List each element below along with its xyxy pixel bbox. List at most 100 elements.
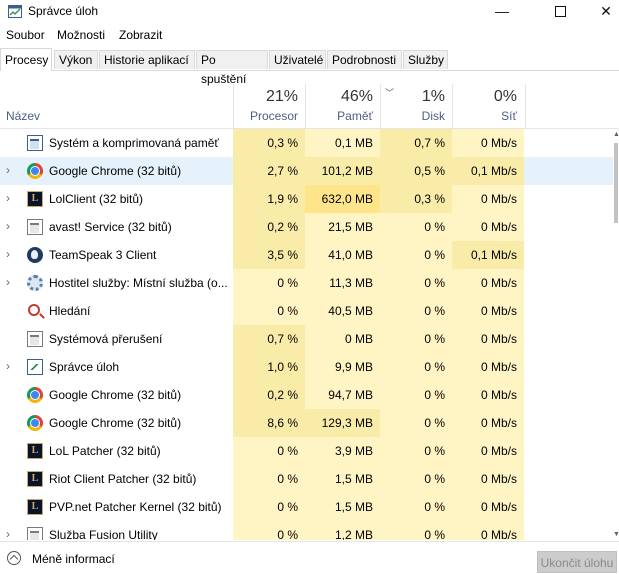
disk-cell: 0 % — [380, 521, 452, 540]
column-network-header[interactable]: 0% Síť — [452, 84, 526, 128]
cpu-cell: 0,3 % — [233, 129, 305, 157]
window-gray-icon — [27, 527, 43, 540]
memory-cell: 9,9 MB — [305, 353, 380, 381]
chevron-right-icon[interactable]: › — [6, 248, 16, 260]
menu-view[interactable]: Zobrazit — [119, 28, 162, 42]
network-cell: 0 Mb/s — [452, 325, 524, 353]
network-cell: 0,1 Mb/s — [452, 157, 524, 185]
cpu-cell: 1,9 % — [233, 185, 305, 213]
process-list: Systém a komprimovaná paměť 0,3 % 0,1 MB 0,… — [0, 129, 613, 540]
process-name: Riot Client Patcher (32 bitů) — [49, 472, 197, 486]
process-name: LoL Patcher (32 bitů) — [49, 444, 161, 458]
menu-options[interactable]: Možnosti — [57, 28, 105, 42]
memory-cell: 11,3 MB — [305, 269, 380, 297]
chevron-right-icon[interactable]: › — [6, 192, 16, 204]
scroll-down-icon[interactable]: ▼ — [613, 531, 619, 538]
process-row[interactable]: › L LolClient (32 bitů) 1,9 % 632,0 MB 0,3 % 0… — [0, 185, 613, 213]
cpu-cell: 0,2 % — [233, 213, 305, 241]
disk-cell: 0 % — [380, 269, 452, 297]
lol-icon: L — [27, 443, 43, 459]
chrome-icon — [27, 163, 43, 179]
memory-cell: 21,5 MB — [305, 213, 380, 241]
column-memory-header[interactable]: 46% Paměť — [305, 84, 381, 128]
chevron-right-icon[interactable]: › — [6, 528, 16, 540]
window-gray-icon — [27, 219, 43, 235]
fewer-details-link[interactable]: Méně informací — [32, 552, 115, 566]
memory-cell: 1,2 MB — [305, 521, 380, 540]
tab-users[interactable]: Uživatelé — [269, 50, 326, 69]
chevron-up-circle-icon[interactable] — [7, 551, 21, 565]
process-name: PVP.net Patcher Kernel (32 bitů) — [49, 500, 222, 514]
network-cell: 0 Mb/s — [452, 521, 524, 540]
disk-total: 1% — [421, 88, 445, 105]
disk-cell: 0 % — [380, 325, 452, 353]
network-cell: 0 Mb/s — [452, 437, 524, 465]
maximize-button[interactable] — [537, 0, 583, 24]
close-button[interactable]: ✕ — [583, 0, 619, 24]
menu-file[interactable]: Soubor — [6, 28, 45, 42]
window-title: Správce úloh — [28, 4, 99, 18]
disk-cell: 0 % — [380, 465, 452, 493]
column-name-header[interactable]: Název — [6, 109, 40, 123]
tab-app-history[interactable]: Historie aplikací — [99, 50, 195, 69]
vertical-scrollbar[interactable]: ▲ ▼ — [613, 129, 619, 540]
process-row[interactable]: Hledání 0 % 40,5 MB 0 % 0 Mb/s — [0, 297, 613, 325]
disk-cell: 0 % — [380, 213, 452, 241]
tab-performance[interactable]: Výkon — [54, 50, 98, 69]
memory-cell: 94,7 MB — [305, 381, 380, 409]
process-name: Správce úloh — [49, 360, 120, 374]
scroll-up-icon[interactable]: ▲ — [613, 131, 619, 138]
process-name: Google Chrome (32 bitů) — [49, 388, 182, 402]
tab-details[interactable]: Podrobnosti — [327, 50, 402, 69]
network-cell: 0 Mb/s — [452, 213, 524, 241]
process-row[interactable]: › Správce úloh 1,0 % 9,9 MB 0 % 0 Mb/s — [0, 353, 613, 381]
cpu-cell: 0 % — [233, 269, 305, 297]
tab-services[interactable]: Služby — [403, 50, 448, 69]
window-icon — [27, 135, 43, 151]
disk-cell: 0 % — [380, 297, 452, 325]
tab-startup[interactable]: Po spuštění — [196, 50, 268, 86]
process-row[interactable]: Systémová přerušení 0,7 % 0 MB 0 % 0 Mb/s — [0, 325, 613, 353]
process-row[interactable]: L Riot Client Patcher (32 bitů) 0 % 1,5 MB 0… — [0, 465, 613, 493]
cpu-cell: 0,2 % — [233, 381, 305, 409]
process-row[interactable]: L PVP.net Patcher Kernel (32 bitů) 0 % 1,5 … — [0, 493, 613, 521]
column-disk-header[interactable]: ﹀ 1% Disk — [380, 84, 453, 128]
column-cpu-header[interactable]: 21% Procesor — [233, 84, 306, 128]
process-name: Google Chrome (32 bitů) — [49, 164, 182, 178]
chevron-right-icon[interactable]: › — [6, 360, 16, 372]
process-row[interactable]: Google Chrome (32 bitů) 0,2 % 94,7 MB 0 % 0 … — [0, 381, 613, 409]
footer: Méně informací Ukončit úlohu — [0, 541, 619, 573]
title-bar[interactable]: Správce úloh — ✕ — [0, 0, 619, 24]
process-name: Systém a komprimovaná paměť — [49, 136, 219, 150]
tab-bar: Procesy Výkon Historie aplikací Po spušt… — [0, 48, 619, 86]
chevron-right-icon[interactable]: › — [6, 164, 16, 176]
process-row[interactable]: › TeamSpeak 3 Client 3,5 % 41,0 MB 0 % 0,1 Mb… — [0, 241, 613, 269]
cpu-cell: 0 % — [233, 437, 305, 465]
memory-cell: 40,5 MB — [305, 297, 380, 325]
search-icon — [28, 304, 40, 316]
minimize-button[interactable]: — — [479, 0, 525, 24]
cpu-cell: 0 % — [233, 521, 305, 540]
disk-cell: 0,3 % — [380, 185, 452, 213]
teamspeak-icon — [27, 247, 43, 263]
chevron-right-icon[interactable]: › — [6, 220, 16, 232]
process-row[interactable]: › Hostitel služby: Místní služba (o... 0 %… — [0, 269, 613, 297]
network-cell: 0 Mb/s — [452, 269, 524, 297]
process-row[interactable]: › avast! Service (32 bitů) 0,2 % 21,5 MB 0 %… — [0, 213, 613, 241]
memory-cell: 41,0 MB — [305, 241, 380, 269]
process-row[interactable]: › Google Chrome (32 bitů) 2,7 % 101,2 MB 0,5… — [0, 157, 613, 185]
end-task-button[interactable]: Ukončit úlohu — [537, 551, 617, 573]
cpu-label: Procesor — [249, 109, 298, 123]
lol-icon: L — [27, 471, 43, 487]
process-row[interactable]: Google Chrome (32 bitů) 8,6 % 129,3 MB 0 % 0… — [0, 409, 613, 437]
process-row[interactable]: › Služba Fusion Utility 0 % 1,2 MB 0 % 0 Mb/s — [0, 521, 613, 540]
disk-cell: 0 % — [380, 241, 452, 269]
chevron-right-icon[interactable]: › — [6, 276, 16, 288]
scroll-thumb[interactable] — [614, 143, 618, 223]
process-row[interactable]: L LoL Patcher (32 bitů) 0 % 3,9 MB 0 % 0 Mb/s — [0, 437, 613, 465]
process-name: avast! Service (32 bitů) — [49, 220, 172, 234]
process-row[interactable]: Systém a komprimovaná paměť 0,3 % 0,1 MB 0,… — [0, 129, 613, 157]
tab-processes[interactable]: Procesy — [0, 48, 52, 71]
network-cell: 0,1 Mb/s — [452, 241, 524, 269]
disk-cell: 0 % — [380, 437, 452, 465]
